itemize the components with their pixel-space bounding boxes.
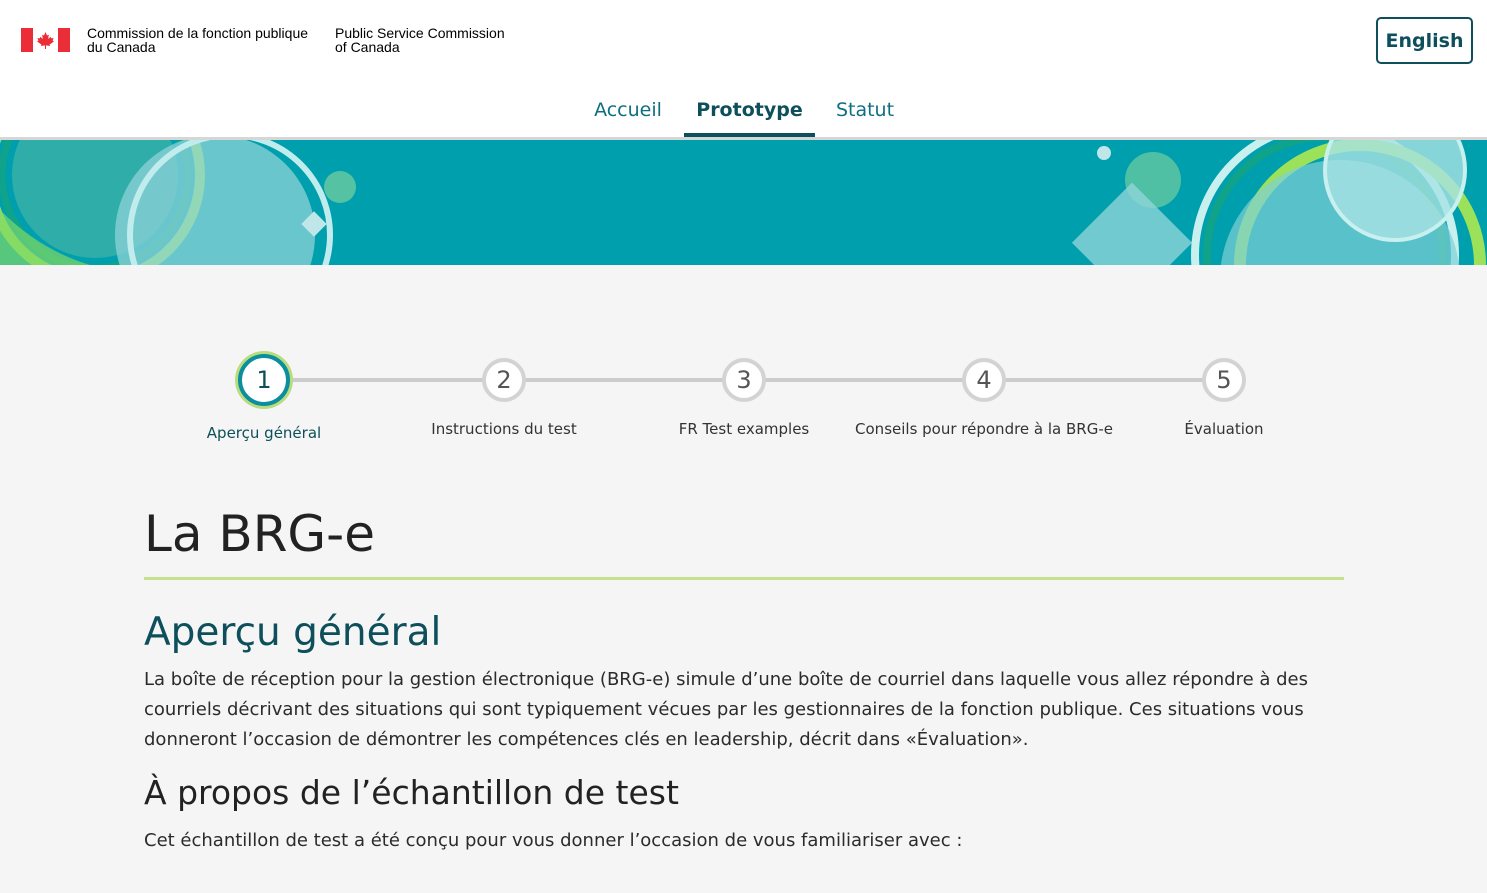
step-2-circle: 2 — [482, 358, 526, 402]
signature-french-line1: Commission de la fonction publique — [87, 25, 309, 41]
main-content: La BRG-e Aperçu général La boîte de réce… — [144, 505, 1344, 856]
nav-item-prototype[interactable]: Prototype — [684, 80, 815, 137]
language-toggle-button[interactable]: English — [1376, 17, 1473, 64]
step-5[interactable]: 5 Évaluation — [1104, 350, 1344, 438]
step-3[interactable]: 3 FR Test examples — [624, 350, 864, 438]
step-1-circle: 1 — [238, 354, 290, 406]
banner-pattern-icon — [0, 140, 1486, 265]
step-2[interactable]: 2 Instructions du test — [384, 350, 624, 438]
main-nav: Accueil Prototype Statut — [0, 80, 1487, 137]
sample-test-heading: À propos de l’échantillon de test — [144, 773, 679, 812]
step-4-label: Conseils pour répondre à la BRG-e — [855, 420, 1113, 438]
overview-paragraph: La boîte de réception pour la gestion él… — [144, 669, 1308, 750]
signature-english-line2: of Canada — [335, 39, 400, 55]
step-1-label: Aperçu général — [206, 424, 322, 442]
decorative-banner — [0, 140, 1487, 265]
signature-french: Commission de la fonction publique du Ca… — [87, 26, 308, 54]
signature-english: Public Service Commission of Canada — [335, 26, 505, 54]
progress-stepper: 1 Aperçu général 2 Instructions du test … — [0, 350, 1487, 450]
step-5-label: Évaluation — [1184, 420, 1264, 438]
step-3-label: FR Test examples — [678, 420, 810, 438]
nav-item-accueil[interactable]: Accueil — [584, 80, 672, 137]
sample-test-intro: Cet échantillon de test a été conçu pour… — [144, 830, 963, 851]
step-4[interactable]: 4 Conseils pour répondre à la BRG-e — [855, 350, 1113, 438]
site-header: Commission de la fonction publique du Ca… — [0, 0, 1487, 140]
signature-english-line1: Public Service Commission — [335, 25, 505, 41]
canada-flag-icon — [21, 28, 70, 52]
step-4-circle: 4 — [962, 358, 1006, 402]
step-2-label: Instructions du test — [431, 420, 577, 438]
step-3-circle: 3 — [722, 358, 766, 402]
signature-french-line2: du Canada — [87, 39, 156, 55]
step-5-circle: 5 — [1202, 358, 1246, 402]
step-1[interactable]: 1 Aperçu général — [144, 350, 384, 442]
page-title: La BRG-e — [144, 505, 1344, 580]
section-title: Aperçu général — [144, 610, 442, 655]
nav-item-statut[interactable]: Statut — [826, 80, 904, 137]
